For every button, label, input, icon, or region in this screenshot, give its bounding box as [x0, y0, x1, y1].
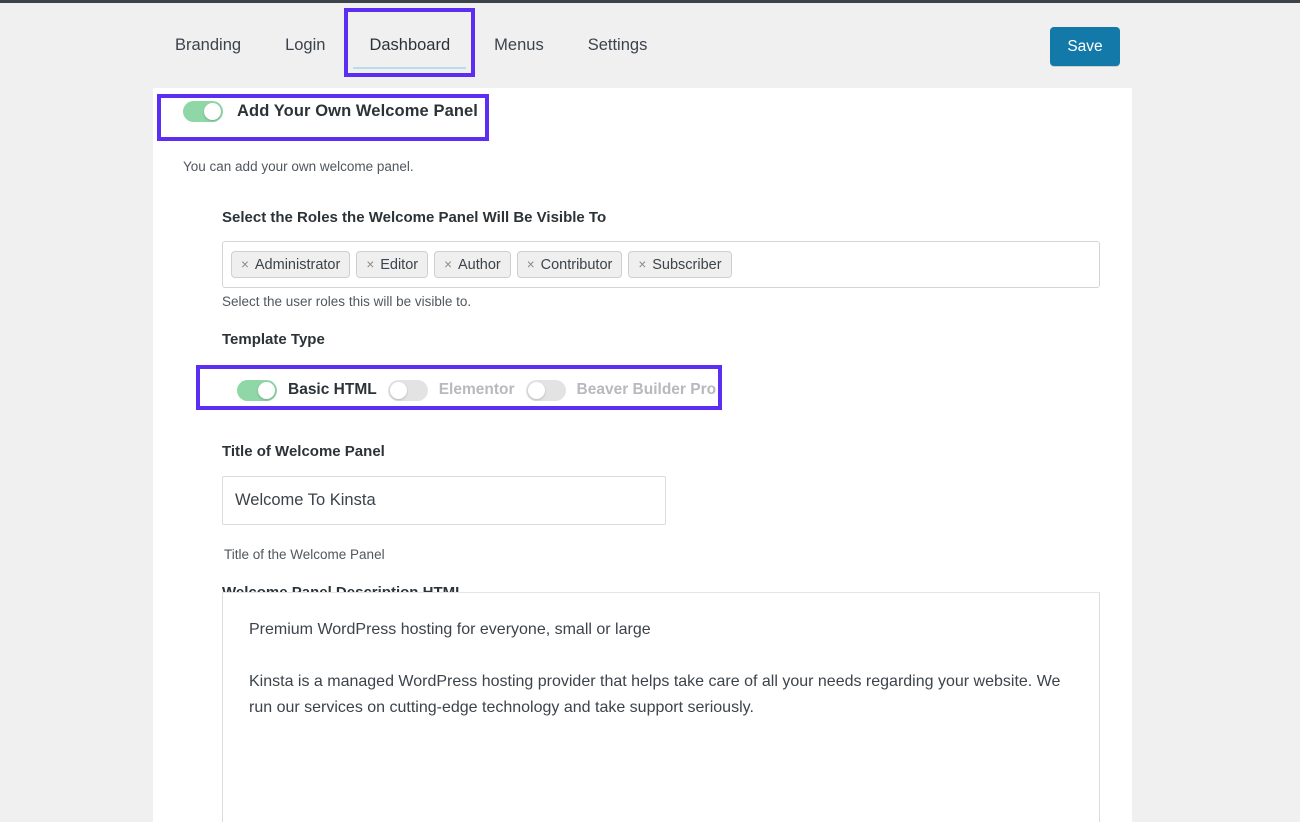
title-field-label: Title of Welcome Panel	[222, 443, 385, 460]
tab-menus[interactable]: Menus	[472, 18, 566, 74]
title-help-text: Title of the Welcome Panel	[224, 547, 385, 562]
screen: Branding Login Dashboard Menus Settings …	[0, 0, 1300, 822]
role-tag-editor[interactable]: × Editor	[356, 251, 428, 278]
add-your-own-welcome-panel-toggle[interactable]	[183, 101, 223, 122]
tab-branding-label: Branding	[175, 36, 241, 55]
tab-settings[interactable]: Settings	[566, 18, 670, 74]
tab-list: Branding Login Dashboard Menus Settings	[153, 3, 669, 88]
roles-multiselect[interactable]: × Administrator × Editor × Author × Cont…	[222, 241, 1100, 288]
tab-dashboard-label: Dashboard	[369, 36, 450, 55]
tab-menus-label: Menus	[494, 36, 544, 55]
tab-login[interactable]: Login	[263, 18, 347, 74]
add-your-own-welcome-panel-label: Add Your Own Welcome Panel	[237, 102, 478, 121]
template-toggle-basic-html[interactable]	[237, 380, 277, 401]
role-tag-subscriber[interactable]: × Subscriber	[628, 251, 731, 278]
role-tag-label: Administrator	[255, 257, 340, 273]
toggle-knob-icon	[258, 382, 275, 399]
master-help-text: You can add your own welcome panel.	[183, 159, 414, 174]
toggle-knob-icon	[528, 382, 545, 399]
role-tag-administrator[interactable]: × Administrator	[231, 251, 350, 278]
welcome-panel-description-textarea[interactable]: Premium WordPress hosting for everyone, …	[222, 592, 1100, 822]
template-toggle-beaver-builder-pro[interactable]	[526, 380, 566, 401]
toggle-knob-icon	[204, 103, 221, 120]
roles-help-text: Select the user roles this will be visib…	[222, 294, 471, 309]
template-label-basic-html: Basic HTML	[288, 381, 377, 399]
role-tag-label: Author	[458, 257, 501, 273]
add-your-own-welcome-panel-row[interactable]: Add Your Own Welcome Panel	[183, 101, 478, 122]
role-tag-label: Contributor	[541, 257, 613, 273]
template-type-title: Template Type	[222, 331, 325, 348]
roles-section-title: Select the Roles the Welcome Panel Will …	[222, 209, 606, 226]
tab-dashboard[interactable]: Dashboard	[347, 18, 472, 74]
role-tag-contributor[interactable]: × Contributor	[517, 251, 623, 278]
save-button[interactable]: Save	[1050, 27, 1120, 66]
template-toggle-elementor[interactable]	[388, 380, 428, 401]
remove-icon[interactable]: ×	[241, 257, 249, 272]
remove-icon[interactable]: ×	[444, 257, 452, 272]
toggle-knob-icon	[390, 382, 407, 399]
role-tag-author[interactable]: × Author	[434, 251, 511, 278]
remove-icon[interactable]: ×	[527, 257, 535, 272]
role-tag-label: Editor	[380, 257, 418, 273]
welcome-panel-title-input[interactable]	[222, 476, 666, 525]
remove-icon[interactable]: ×	[366, 257, 374, 272]
remove-icon[interactable]: ×	[638, 257, 646, 272]
role-tag-label: Subscriber	[652, 257, 721, 273]
template-type-toggles: Basic HTML Elementor Beaver Builder Pro	[222, 371, 716, 409]
template-label-elementor: Elementor	[439, 381, 515, 399]
tab-login-label: Login	[285, 36, 325, 55]
tab-settings-label: Settings	[588, 36, 648, 55]
settings-panel: Add Your Own Welcome Panel You can add y…	[153, 88, 1132, 822]
template-label-beaver-builder-pro: Beaver Builder Pro	[577, 381, 717, 399]
tab-branding[interactable]: Branding	[153, 18, 263, 74]
